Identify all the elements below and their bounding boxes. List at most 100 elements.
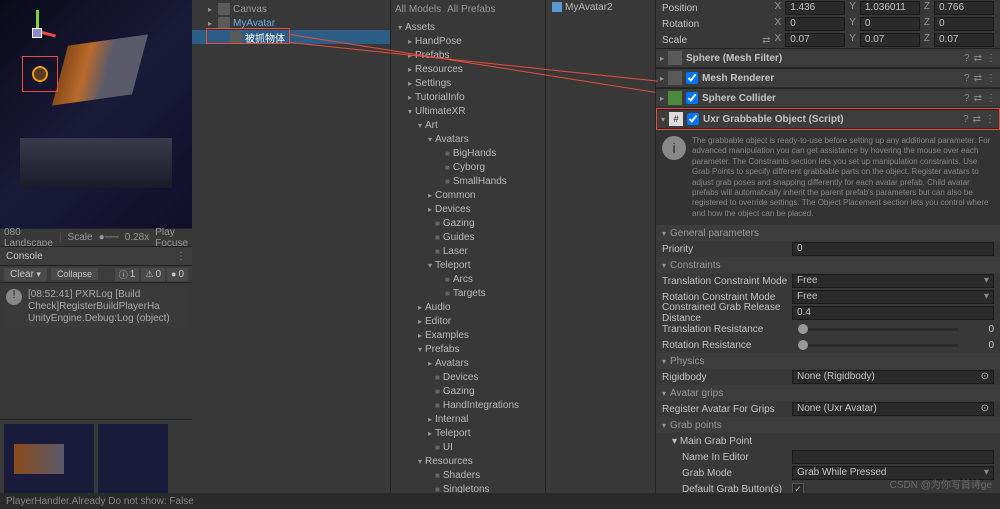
project-folder[interactable]: Laser — [391, 244, 545, 258]
preset-icon[interactable]: ⇄ — [974, 93, 982, 104]
avatar-grips-section[interactable]: ▾Avatar grips — [656, 385, 1000, 401]
sphere-collider-component[interactable]: ▸ Sphere Collider ?⇄⋮ — [656, 88, 1000, 108]
scale-lock-icon[interactable]: ⇄ — [762, 35, 770, 46]
mesh-filter-component[interactable]: ▸ Sphere (Mesh Filter) ?⇄⋮ — [656, 48, 1000, 68]
preset-icon[interactable]: ⇄ — [973, 114, 981, 125]
scene-3d-view[interactable] — [0, 0, 192, 228]
menu-icon[interactable]: ⋮ — [985, 114, 995, 125]
info-icon: i — [662, 136, 686, 160]
collapse-button[interactable]: Collapse — [51, 268, 98, 280]
project-folder[interactable]: Teleport — [391, 426, 545, 440]
help-icon[interactable]: ? — [963, 114, 969, 125]
release-dist-field[interactable]: 0.4 — [792, 306, 994, 320]
rotation-z-field[interactable]: 0 — [934, 17, 994, 31]
trans-constraint-label: Translation Constraint Mode — [662, 276, 792, 287]
project-folder[interactable]: Resources — [391, 454, 545, 468]
project-folder[interactable]: Common — [391, 188, 545, 202]
project-folder[interactable]: Examples — [391, 328, 545, 342]
component-enabled-checkbox[interactable] — [686, 72, 698, 84]
component-enabled-checkbox[interactable] — [686, 92, 698, 104]
project-folder[interactable]: TutorialInfo — [391, 90, 545, 104]
scene-viewport[interactable] — [0, 0, 192, 228]
project-folder[interactable]: Devices — [391, 370, 545, 384]
position-x-field[interactable]: 1.436 — [785, 1, 845, 15]
scale-y-field[interactable]: 0.07 — [860, 33, 920, 47]
project-folder[interactable]: Teleport — [391, 258, 545, 272]
rotation-y-field[interactable]: 0 — [860, 17, 920, 31]
rigidbody-field[interactable]: None (Rigidbody)⊙ — [792, 370, 994, 384]
project-folder[interactable]: Cyborg — [391, 160, 545, 174]
project-folder[interactable]: Resources — [391, 62, 545, 76]
help-icon[interactable]: ? — [964, 73, 970, 84]
project-panel: All Models All Prefabs AssetsHandPose Pre… — [390, 0, 545, 509]
clear-button[interactable]: Clear ▾ — [4, 268, 47, 281]
menu-icon[interactable]: ⋮ — [986, 93, 996, 104]
project-folder[interactable]: BigHands — [391, 146, 545, 160]
project-folder[interactable]: HandPose — [391, 34, 545, 48]
scale-x-field[interactable]: 0.07 — [785, 33, 845, 47]
project-folder[interactable]: Arcs — [391, 272, 545, 286]
menu-icon[interactable]: ⋮ — [986, 53, 996, 64]
project-folder[interactable]: Targets — [391, 286, 545, 300]
mesh-renderer-component[interactable]: ▸ Mesh Renderer ?⇄⋮ — [656, 68, 1000, 88]
project-folder[interactable]: Gazing — [391, 384, 545, 398]
transform-gizmo[interactable] — [18, 10, 58, 50]
help-icon[interactable]: ? — [964, 93, 970, 104]
project-folder[interactable]: Editor — [391, 314, 545, 328]
project-folder[interactable]: Avatars — [391, 356, 545, 370]
rot-resist-slider[interactable] — [798, 344, 958, 347]
project-folder[interactable]: Avatars — [391, 132, 545, 146]
panel-menu-icon[interactable]: ⋮ — [176, 251, 186, 262]
project-folder[interactable]: UltimateXR — [391, 104, 545, 118]
error-count-badge[interactable]: ● 0 — [167, 268, 188, 281]
project-folder[interactable]: UI — [391, 440, 545, 454]
priority-field[interactable]: 0 — [792, 242, 994, 256]
project-folder[interactable]: Art — [391, 118, 545, 132]
general-section[interactable]: ▾General parameters — [656, 225, 1000, 241]
uxr-grabbable-component[interactable]: ▾# Uxr Grabbable Object (Script) ?⇄⋮ — [657, 109, 999, 129]
console-tab[interactable]: Console — [6, 251, 43, 262]
all-models-filter[interactable]: All Models — [395, 4, 441, 15]
project-folder[interactable]: Gazing — [391, 216, 545, 230]
project-folder[interactable]: Devices — [391, 202, 545, 216]
project-folder[interactable]: Guides — [391, 230, 545, 244]
all-prefabs-filter[interactable]: All Prefabs — [447, 4, 495, 15]
physics-section[interactable]: ▾Physics — [656, 353, 1000, 369]
preset-icon[interactable]: ⇄ — [974, 53, 982, 64]
help-icon[interactable]: ? — [964, 53, 970, 64]
scale-label: Scale — [68, 232, 93, 243]
main-grab-point[interactable]: ▾ Main Grab Point — [662, 436, 752, 447]
hierarchy-item[interactable]: ▸Canvas — [192, 2, 390, 16]
project-folder[interactable]: Shaders — [391, 468, 545, 482]
project-folder[interactable]: HandIntegrations — [391, 398, 545, 412]
project-folder[interactable]: Internal — [391, 412, 545, 426]
info-count-badge[interactable]: ⓘ 1 — [115, 268, 140, 281]
name-editor-field[interactable] — [792, 450, 994, 464]
position-y-field[interactable]: 1.036011 — [860, 1, 920, 15]
project-folder[interactable]: Prefabs — [391, 342, 545, 356]
mesh-renderer-icon — [668, 71, 682, 85]
console-message[interactable]: ! [08:52:41] PXRLog [Build Check]Registe… — [4, 287, 188, 327]
scale-value: 0.28x — [125, 232, 149, 243]
scale-label: Scale — [662, 35, 762, 46]
trans-resist-slider[interactable] — [798, 328, 958, 331]
project-folder[interactable]: Assets — [391, 20, 545, 34]
project-folder[interactable]: Audio — [391, 300, 545, 314]
preset-icon[interactable]: ⇄ — [974, 73, 982, 84]
project-folder[interactable]: Settings — [391, 76, 545, 90]
menu-icon[interactable]: ⋮ — [986, 73, 996, 84]
selection-handle[interactable] — [32, 66, 48, 82]
trans-constraint-dropdown[interactable]: Free — [792, 274, 994, 288]
rotation-x-field[interactable]: 0 — [785, 17, 845, 31]
warn-count-badge[interactable]: ⚠ 0 — [141, 268, 165, 281]
rot-constraint-dropdown[interactable]: Free — [792, 290, 994, 304]
project-folder[interactable]: SmallHands — [391, 174, 545, 188]
grab-points-section[interactable]: ▾Grab points — [656, 417, 1000, 433]
position-z-field[interactable]: 0.766 — [934, 1, 994, 15]
reg-avatar-field[interactable]: None (Uxr Avatar)⊙ — [792, 402, 994, 416]
grab-mode-label: Grab Mode — [662, 468, 792, 479]
scale-z-field[interactable]: 0.07 — [934, 33, 994, 47]
constraints-section[interactable]: ▾Constraints — [656, 257, 1000, 273]
component-enabled-checkbox[interactable] — [687, 113, 699, 125]
prefab-item[interactable]: MyAvatar2 — [546, 0, 655, 14]
